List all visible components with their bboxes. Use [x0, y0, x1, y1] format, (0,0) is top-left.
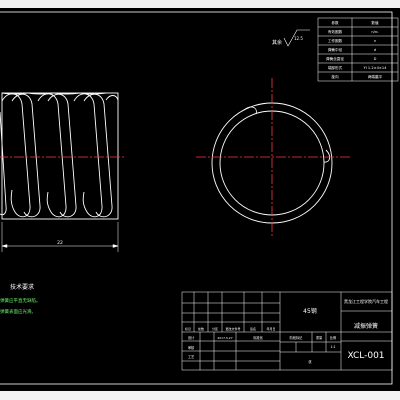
check-label: 审核 [188, 345, 195, 350]
tech-req-title: 技术要求 [10, 283, 34, 291]
param-value-0: 数值 [371, 20, 379, 25]
spring-end-view [196, 78, 350, 236]
param-value-4: D [374, 57, 377, 61]
param-value-5: YI 1.2×4×14 [364, 66, 388, 70]
header-5: 年月日 [266, 326, 275, 331]
material-label: 45钢 [303, 307, 317, 315]
param-value-2: n [374, 39, 376, 43]
title-block-text: 45钢 黑龙江工程学院汽车工程 减振弹簧 XCL-001 比例 重量 1:1 阶… [185, 298, 388, 364]
end-view-wire-end [243, 106, 257, 115]
param-name-4: 弹簧丝直径 [326, 56, 344, 61]
spring-coils [0, 93, 119, 218]
sheet-label: 张 [308, 359, 312, 364]
cad-drawing-canvas[interactable]: 参数 数值 有效圈数 n/n₁ 工作圈数 n 弹簧中径 d 弹簧丝直径 D 端部… [0, 0, 400, 400]
header-0: 标记 [185, 326, 191, 331]
part-name-label: 减振弹簧 [354, 322, 378, 330]
technical-requirements: 技术要求 弹簧应平直无缺陷。 弹簧表面应光滑。 [0, 283, 41, 315]
param-name-0: 参数 [331, 20, 339, 25]
parameter-table-text: 参数 数值 有效圈数 n/n₁ 工作圈数 n 弹簧中径 d 弹簧丝直径 D 端部… [326, 20, 387, 79]
stage-label: 阶段标记 [290, 335, 304, 340]
spring-outline [1, 92, 119, 220]
end-view-wire-end-2 [323, 149, 331, 163]
scale-label: 比例 [330, 335, 336, 340]
weight-label: 重量 [316, 335, 323, 340]
spring-front-view: 22 [0, 92, 124, 252]
designer-label: 设计 [188, 335, 195, 340]
param-name-3: 弹簧中径 [328, 47, 343, 52]
param-value-3: d [374, 48, 376, 52]
roughness-value: 12.5 [294, 36, 303, 41]
param-name-1: 有效圈数 [328, 29, 343, 34]
param-name-6: 旋向 [331, 74, 339, 79]
tech-req-line-1: 弹簧应平直无缺陷。 [0, 297, 41, 304]
dimension-length-label: 22 [57, 240, 63, 246]
header-3: 更改文件号 [225, 326, 240, 331]
header-4: 签名 [250, 326, 256, 331]
param-value-6: 两端磨平 [368, 74, 383, 79]
scale-value: 1:1 [330, 345, 335, 349]
date-value: 2017.5.27 [217, 336, 232, 340]
tech-req-line-2: 弹簧表面应光滑。 [0, 308, 36, 315]
header-1: 处数 [198, 326, 204, 331]
approve-label: 工艺 [188, 354, 194, 359]
header-2: 分区 [212, 326, 218, 331]
std-label: 标准化 [253, 335, 263, 340]
param-name-2: 工作圈数 [328, 38, 343, 43]
surface-note: 其余 [272, 39, 282, 46]
drawing-number-label: XCL-001 [347, 351, 384, 361]
dimension-line [1, 222, 119, 252]
param-value-1: n/n₁ [371, 30, 379, 34]
school-label: 黑龙江工程学院汽车工程 [344, 298, 388, 304]
param-name-5: 端部形式 [328, 65, 343, 70]
window-bottom-strip [0, 391, 400, 400]
